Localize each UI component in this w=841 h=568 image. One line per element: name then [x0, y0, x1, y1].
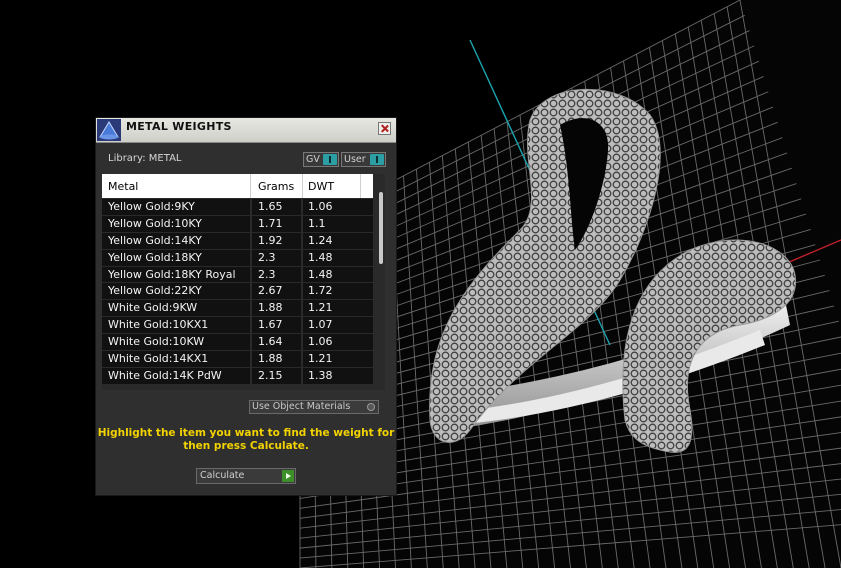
grams-cell: 1.88 — [258, 352, 283, 366]
dwt-cell: 1.38 — [308, 368, 333, 382]
use-object-materials-label: Use Object Materials — [252, 401, 351, 412]
table-scrollbar[interactable] — [378, 188, 384, 388]
table-row[interactable]: Yellow Gold:14KY 1.92 1.24 — [102, 232, 373, 249]
metal-name-cell: White Gold:14K PdW — [108, 368, 222, 382]
table-row[interactable]: White Gold:10KX1 1.67 1.07 — [102, 317, 373, 334]
toggle-knob-icon — [370, 154, 384, 165]
dwt-cell: 1.48 — [308, 250, 333, 264]
radio-icon[interactable] — [367, 403, 375, 411]
toggle-knob-icon — [323, 154, 337, 165]
table-row[interactable]: Yellow Gold:22KY 2.67 1.72 — [102, 283, 373, 300]
table-row[interactable]: White Gold:14K PdW 2.15 1.38 — [102, 367, 373, 384]
grams-cell: 1.71 — [258, 216, 283, 230]
metal-name-cell: Yellow Gold:9KY — [108, 200, 195, 213]
metal-name-cell: Yellow Gold:10KY — [108, 216, 202, 230]
grams-cell: 1.65 — [258, 200, 283, 213]
table-row[interactable]: White Gold:9KW 1.88 1.21 — [102, 300, 373, 317]
calculate-label: Calculate — [200, 470, 245, 481]
metal-name-cell: White Gold:10KW — [108, 335, 205, 349]
table-row[interactable]: White Gold:14KX1 1.88 1.21 — [102, 351, 373, 367]
dwt-cell: 1.24 — [308, 233, 333, 247]
dwt-cell: 1.1 — [308, 216, 326, 230]
header-metal[interactable]: Metal — [108, 180, 138, 193]
grams-cell: 1.88 — [258, 301, 283, 315]
dwt-cell: 1.07 — [308, 318, 333, 332]
table-row[interactable]: Yellow Gold:18KY Royal 2.3 1.48 — [102, 266, 373, 283]
grams-cell: 2.3 — [258, 250, 276, 264]
metal-table[interactable]: Metal Grams DWT Yellow Gold:9KY 1.65 1.06 Y… — [102, 174, 385, 390]
metal-name-cell: Yellow Gold:18KY Royal — [108, 267, 236, 281]
dwt-cell: 1.06 — [308, 200, 333, 213]
table-row[interactable]: Yellow Gold:9KY 1.65 1.06 — [102, 199, 373, 215]
grams-cell: 1.67 — [258, 318, 283, 332]
grams-cell: 1.64 — [258, 335, 283, 349]
grams-cell: 2.15 — [258, 368, 283, 382]
gv-toggle-label: GV — [306, 154, 320, 165]
table-body: Yellow Gold:9KY 1.65 1.06 Yellow Gold:10KY 1… — [102, 199, 373, 385]
metal-name-cell: White Gold:9KW — [108, 301, 198, 315]
dwt-cell: 1.72 — [308, 284, 333, 298]
table-row[interactable]: Yellow Gold:10KY 1.71 1.1 — [102, 215, 373, 232]
dwt-cell: 1.48 — [308, 267, 333, 281]
use-object-materials-option[interactable]: Use Object Materials — [249, 400, 379, 414]
scrollbar-thumb[interactable] — [379, 192, 383, 264]
panel-title: METAL WEIGHTS — [126, 120, 232, 133]
metal-name-cell: Yellow Gold:18KY — [108, 250, 202, 264]
dwt-cell: 1.21 — [308, 301, 333, 315]
table-row[interactable]: Yellow Gold:18KY 2.3 1.48 — [102, 249, 373, 266]
dwt-cell: 1.21 — [308, 352, 333, 366]
gv-toggle[interactable]: GV — [303, 152, 339, 167]
metal-name-cell: White Gold:10KX1 — [108, 318, 209, 332]
panel-titlebar[interactable]: METAL WEIGHTS — [96, 118, 396, 143]
close-icon[interactable] — [378, 122, 391, 135]
user-toggle-label: User — [344, 154, 366, 165]
calculate-button[interactable]: Calculate — [196, 468, 296, 484]
metal-name-cell: Yellow Gold:14KY — [108, 233, 202, 247]
instructions-text: Highlight the item you want to find the … — [97, 427, 395, 452]
metal-name-cell: Yellow Gold:22KY — [108, 284, 202, 298]
grams-cell: 1.92 — [258, 233, 283, 247]
table-header: Metal Grams DWT — [102, 174, 373, 198]
header-grams[interactable]: Grams — [258, 180, 294, 193]
play-arrow-icon — [282, 470, 294, 482]
metal-weights-panel: METAL WEIGHTS Library: METAL GV User Met… — [96, 118, 396, 495]
grams-cell: 2.67 — [258, 284, 283, 298]
metal-weights-cone-icon — [97, 119, 121, 141]
header-dwt[interactable]: DWT — [308, 180, 334, 193]
table-row[interactable]: White Gold:10KW 1.64 1.06 — [102, 334, 373, 351]
metal-name-cell: White Gold:14KX1 — [108, 352, 209, 366]
library-label: Library: METAL — [108, 153, 182, 164]
dwt-cell: 1.06 — [308, 335, 333, 349]
grams-cell: 2.3 — [258, 267, 276, 281]
user-toggle[interactable]: User — [341, 152, 386, 167]
